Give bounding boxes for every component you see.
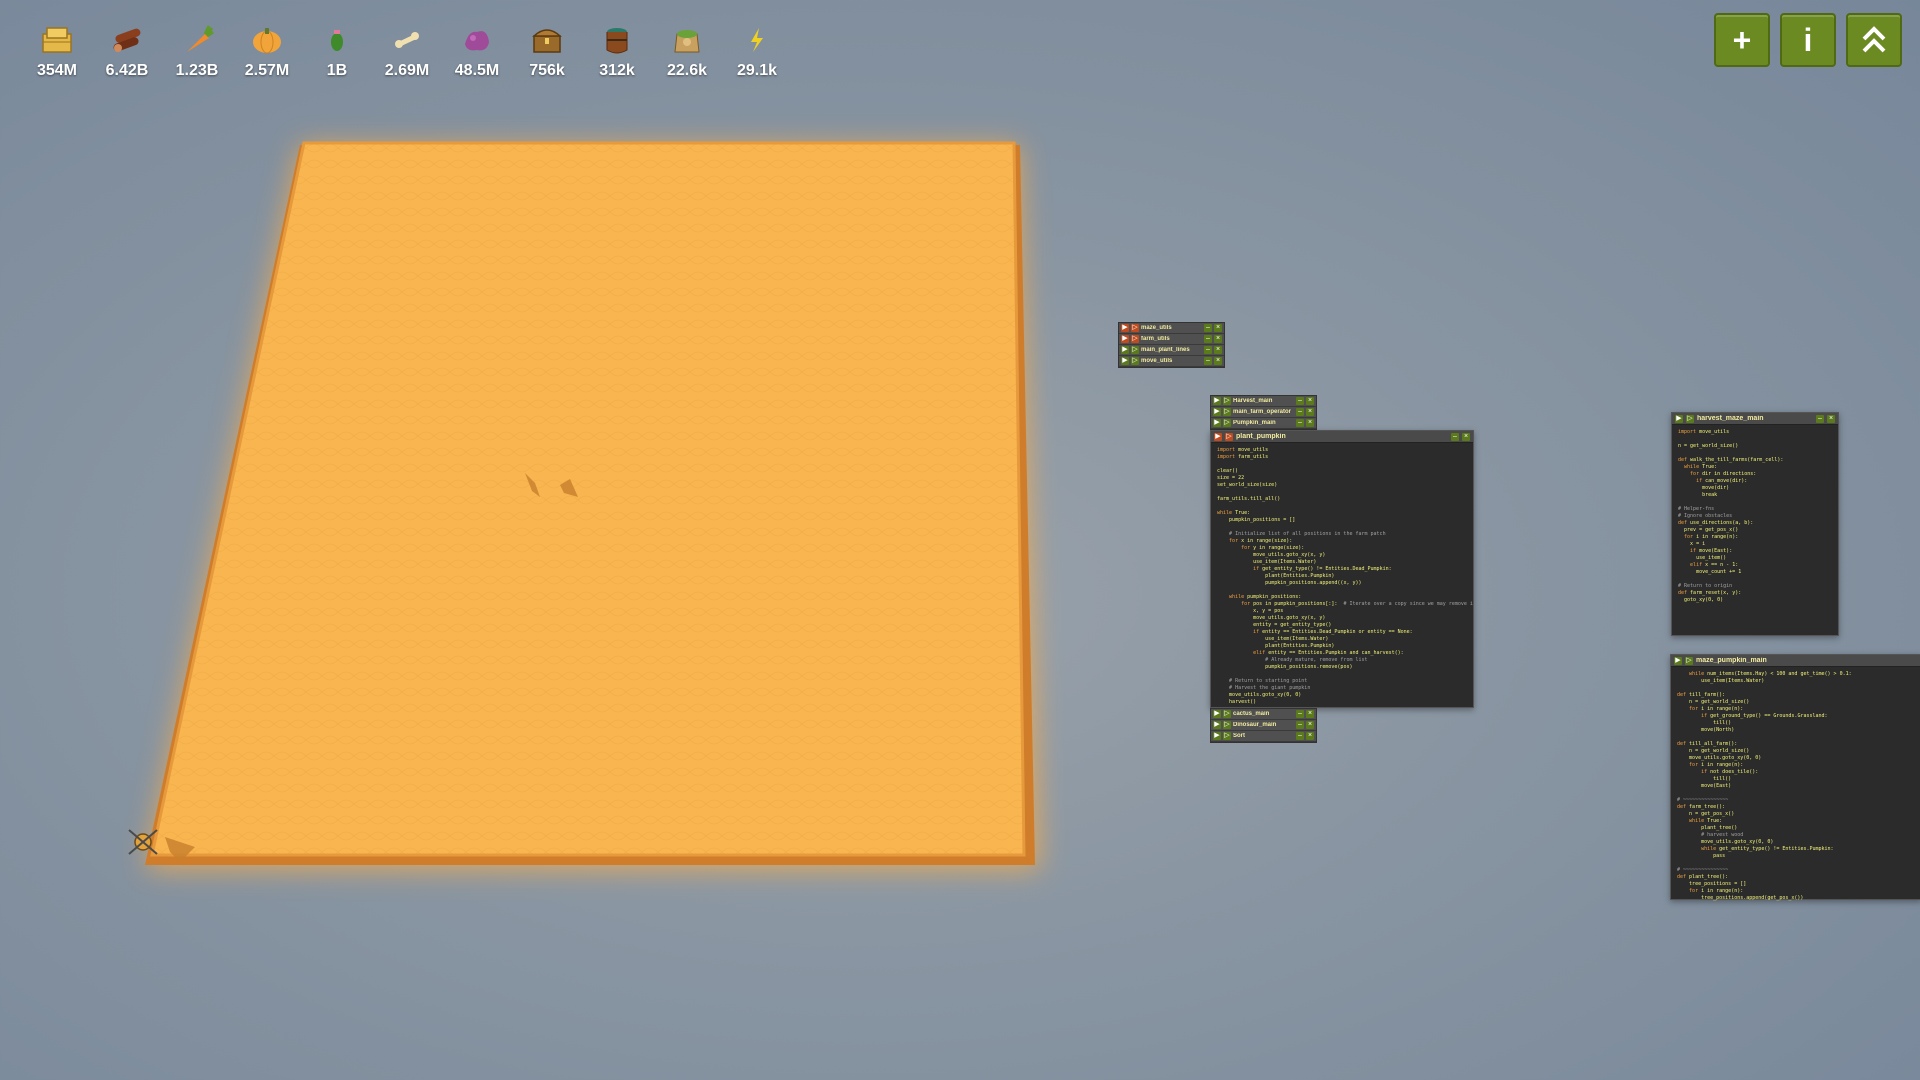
window-title-bar[interactable]: ▶ ▷ plant_pumpkin – × — [1211, 431, 1473, 443]
window-row[interactable]: ▶ ▷ Sort – × — [1211, 731, 1316, 742]
resource-pumpkin: 2.57M — [232, 20, 302, 80]
treasure-chest-icon — [527, 20, 567, 60]
resource-count: 2.69M — [384, 62, 430, 79]
weird-substance-icon — [457, 20, 497, 60]
resource-count: 312k — [599, 62, 635, 79]
pumpkin-field-grid — [128, 141, 1040, 870]
double-chevron-up-icon — [1862, 26, 1886, 53]
window-row[interactable]: ▶ ▷ Dinosaur_main – × — [1211, 720, 1316, 731]
window-row[interactable]: ▶ ▷ main_farm_operator – × — [1211, 407, 1316, 418]
window-row[interactable]: ▶ ▷ maze_utils – × — [1119, 323, 1224, 334]
resource-count: 756k — [529, 62, 565, 79]
resource-bar: 354M 6.42B 1.23B 2.57M 1B 2.69M 48.5M 756k 312k 2… — [22, 20, 792, 80]
code-window-maze-pumpkin[interactable]: ▶ ▷ maze_pumpkin_main while num_items(Item… — [1670, 654, 1920, 901]
fertilizer-icon — [667, 20, 707, 60]
window-row[interactable]: ▶ ▷ Pumpkin_main – × — [1211, 418, 1316, 429]
resource-hay: 354M — [22, 20, 92, 80]
window-row[interactable]: ▶ ▷ main_plant_lines – × — [1119, 345, 1224, 356]
resource-count: 2.57M — [244, 62, 290, 79]
resource-count: 29.1k — [736, 62, 778, 79]
resource-water-barrel: 312k — [582, 20, 652, 80]
top-right-toolbar: + i — [1714, 13, 1902, 67]
resource-weird-substance: 48.5M — [442, 20, 512, 80]
resource-cactus: 1B — [302, 20, 372, 80]
farm-field[interactable] — [128, 140, 1050, 880]
hay-icon — [37, 20, 77, 60]
carrot-icon — [177, 20, 217, 60]
code-window-list-3[interactable]: ▶ ▷ cactus_main – × ▶ ▷ Dinosaur_main – × ▶ ▷ Sort… — [1210, 708, 1317, 743]
window-row[interactable]: ▶ ▷ farm_utils – × — [1119, 334, 1224, 345]
resource-count: 6.42B — [105, 62, 149, 79]
info-button[interactable]: i — [1780, 13, 1836, 67]
resource-count: 48.5M — [454, 62, 500, 79]
resource-count: 22.6k — [666, 62, 708, 79]
add-button[interactable]: + — [1714, 13, 1770, 67]
wood-icon — [107, 20, 147, 60]
resource-bone: 2.69M — [372, 20, 442, 80]
resource-count: 1.23B — [175, 62, 219, 79]
resource-treasure-chest: 756k — [512, 20, 582, 80]
window-row[interactable]: ▶ ▷ Harvest_main – × — [1211, 396, 1316, 407]
resource-fertilizer: 22.6k — [652, 20, 722, 80]
pumpkin-icon — [247, 20, 287, 60]
code-editor[interactable]: while num_items(Items.Hay) < 100 and get… — [1671, 667, 1920, 906]
collapse-button[interactable] — [1846, 13, 1902, 67]
code-editor[interactable]: import move_utils n = get_world_size() d… — [1672, 425, 1838, 608]
window-title-bar[interactable]: ▶ ▷ harvest_maze_main – × — [1672, 413, 1838, 425]
water-barrel-icon — [597, 20, 637, 60]
power-icon — [737, 20, 777, 60]
window-row[interactable]: ▶ ▷ move_utils – × — [1119, 356, 1224, 367]
cactus-icon — [317, 20, 357, 60]
resource-count: 354M — [36, 62, 78, 79]
code-window-harvest-maze[interactable]: ▶ ▷ harvest_maze_main – × import move_utils … — [1671, 412, 1839, 636]
resource-wood: 6.42B — [92, 20, 162, 80]
resource-carrot: 1.23B — [162, 20, 232, 80]
code-window-plant-pumpkin[interactable]: ▶ ▷ plant_pumpkin – × import move_utils impo… — [1210, 430, 1474, 708]
code-editor[interactable]: import move_utils import farm_utils clea… — [1211, 443, 1473, 710]
code-window-list-1[interactable]: ▶ ▷ maze_utils – × ▶ ▷ farm_utils – × ▶ ▷ main_pla… — [1118, 322, 1225, 368]
resource-count: 1B — [326, 62, 348, 79]
window-title-bar[interactable]: ▶ ▷ maze_pumpkin_main — [1671, 655, 1920, 667]
bone-icon — [387, 20, 427, 60]
window-row[interactable]: ▶ ▷ cactus_main – × — [1211, 709, 1316, 720]
resource-power: 29.1k — [722, 20, 792, 80]
code-window-list-2[interactable]: ▶ ▷ Harvest_main – × ▶ ▷ main_farm_operator – × … — [1210, 395, 1317, 430]
